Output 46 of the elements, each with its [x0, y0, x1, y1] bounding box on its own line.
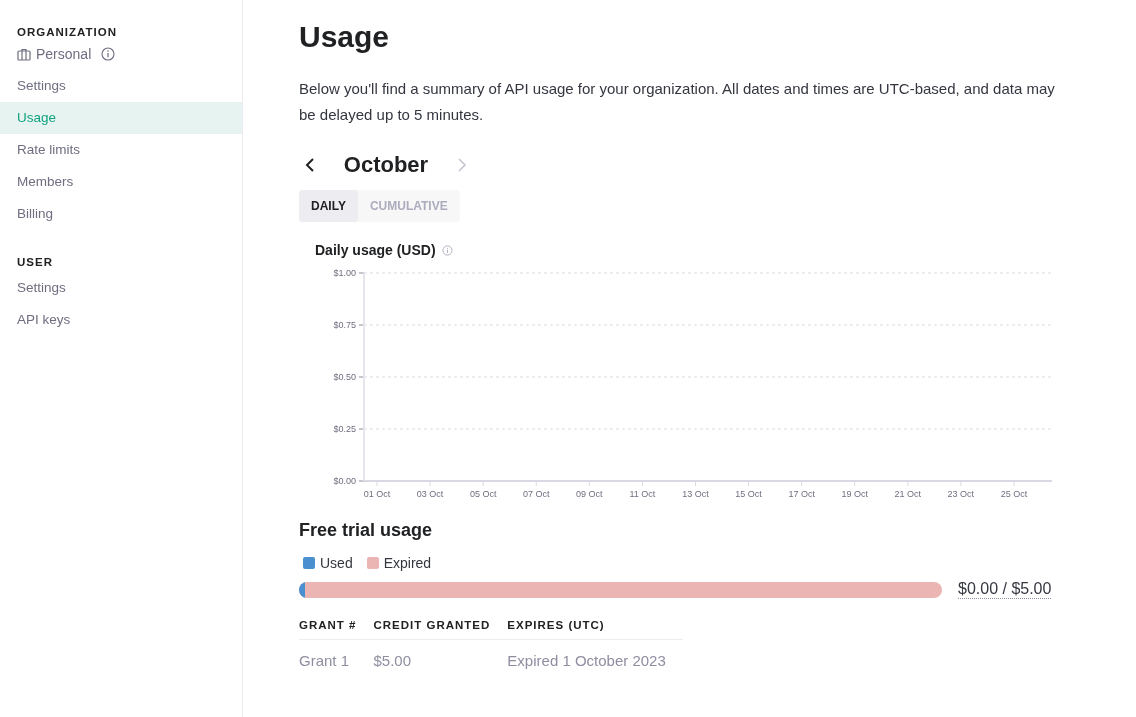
legend-label: Used: [320, 555, 353, 571]
column-header: CREDIT GRANTED: [373, 613, 508, 640]
legend-label: Expired: [383, 555, 432, 571]
x-axis-label: 11 Oct: [629, 489, 656, 499]
x-axis-label: 21 Oct: [894, 489, 922, 499]
chart-title: Daily usage (USD): [315, 242, 436, 258]
x-axis-label: 17 Oct: [788, 489, 815, 499]
x-axis-label: 03 Oct: [416, 489, 444, 499]
section-heading: USER: [16, 256, 54, 268]
info-icon[interactable]: [101, 47, 116, 61]
y-axis-label: $0.50: [333, 372, 356, 382]
usage-amount: $0.00 / $5.00: [958, 580, 1052, 599]
x-axis-label: 15 Oct: [735, 489, 762, 499]
previous-icon[interactable]: [305, 158, 315, 172]
view-tab[interactable]: DAILY: [299, 190, 358, 222]
x-axis-label: 07 Oct: [523, 489, 550, 499]
briefcase-icon: [17, 47, 31, 61]
x-axis-label: 05 Oct: [469, 489, 497, 499]
sidebar-item[interactable]: Usage: [0, 102, 242, 134]
y-axis-label: $0.00: [333, 476, 356, 486]
sidebar-item[interactable]: API keys: [0, 304, 242, 336]
table-cell: Grant 1: [299, 639, 374, 669]
x-axis-label: 01 Oct: [363, 489, 391, 499]
x-axis-label: 25 Oct: [1000, 489, 1028, 499]
sidebar-item[interactable]: Rate limits: [0, 134, 242, 166]
y-axis-label: $0.75: [333, 320, 356, 330]
x-axis-label: 13 Oct: [682, 489, 709, 499]
column-header: EXPIRES (UTC): [507, 613, 683, 640]
sidebar-item[interactable]: Members: [0, 166, 242, 198]
y-axis-label: $0.25: [333, 424, 356, 434]
x-axis-label: 23 Oct: [947, 489, 975, 499]
page-title: Usage: [299, 20, 391, 54]
month-label: October: [342, 152, 430, 178]
x-axis-label: 09 Oct: [576, 489, 603, 499]
organization-name[interactable]: Personal: [36, 46, 92, 62]
sidebar-item[interactable]: Settings: [0, 70, 242, 102]
description: Below you'll find a summary of API usage for your organization. All dates and times are UTC-based, and data may be delayed up to 5 minutes.: [299, 79, 1056, 125]
table-cell: Expired 1 October 2023: [507, 639, 683, 669]
table-cell: $5.00: [373, 639, 508, 669]
y-axis-label: $1.00: [333, 268, 356, 278]
column-header: GRANT #: [299, 613, 374, 640]
section-heading: ORGANIZATION: [16, 26, 118, 38]
sidebar-item[interactable]: Billing: [0, 198, 242, 230]
sidebar-item[interactable]: Settings: [0, 272, 242, 304]
x-axis-label: 19 Oct: [841, 489, 868, 499]
section-title: Free trial usage: [299, 520, 434, 541]
